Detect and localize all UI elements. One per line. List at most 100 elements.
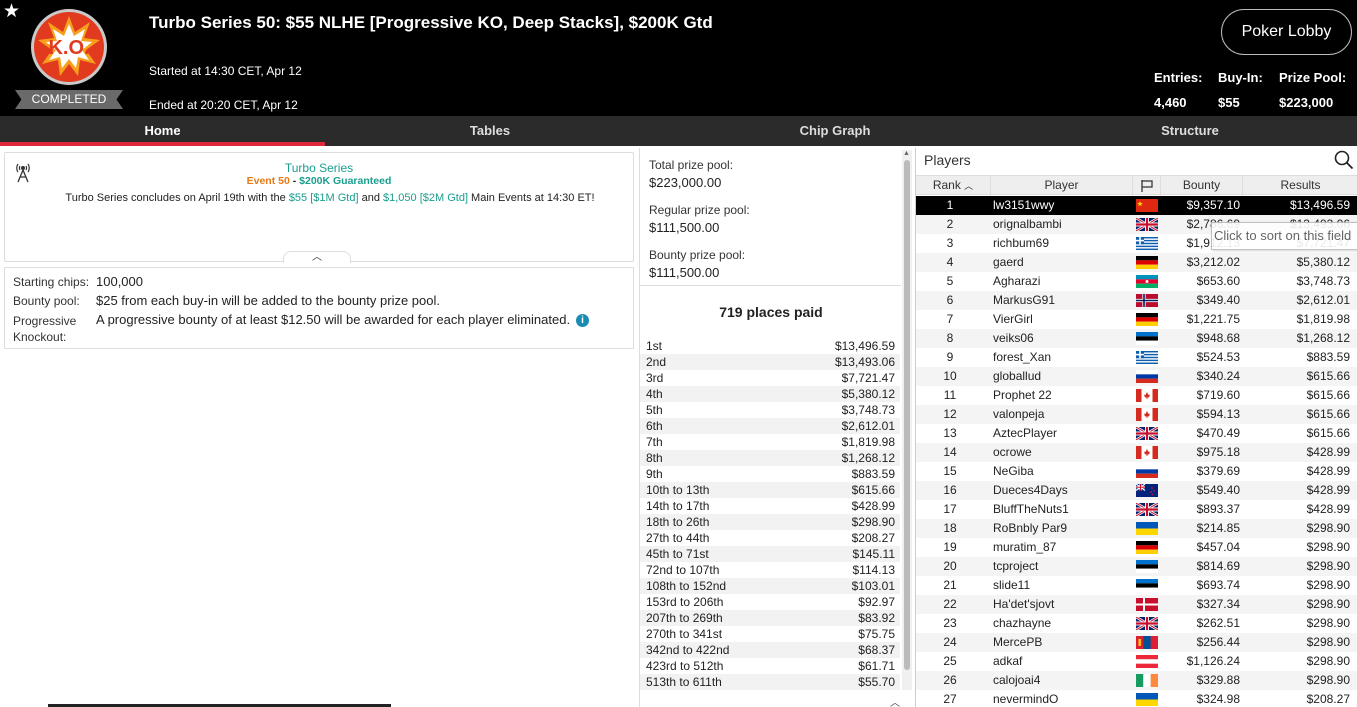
player-row[interactable]: 14 ocrowe $975.18 $428.99 (916, 443, 1357, 462)
favorite-star-icon[interactable]: ★ (3, 2, 20, 21)
country-flag-icon (1136, 579, 1158, 592)
chevron-up-icon[interactable]: ︿ (890, 694, 900, 707)
flag-column-header[interactable] (1133, 176, 1161, 196)
player-rank: 22 (943, 597, 957, 611)
player-rank: 20 (943, 559, 957, 573)
tab-chip-graph[interactable]: Chip Graph (655, 116, 1015, 146)
player-row[interactable]: 21 slide11 $693.74 $298.90 (916, 576, 1357, 595)
player-bounty: $893.37 (1196, 502, 1240, 516)
player-row[interactable]: 22 Ha'det'sjovt $327.34 $298.90 (916, 595, 1357, 614)
player-row[interactable]: 17 BluffTheNuts1 $893.37 $428.99 (916, 500, 1357, 519)
player-row[interactable]: 25 adkaf $1,126.24 $298.90 (916, 652, 1357, 671)
payout-amount: $1,819.98 (841, 435, 895, 449)
desc-part-2: and (358, 192, 383, 204)
player-row[interactable]: 13 AztecPlayer $470.49 $615.66 (916, 424, 1357, 443)
player-name: adkaf (993, 654, 1023, 668)
player-row[interactable]: 20 tcproject $814.69 $298.90 (916, 557, 1357, 576)
player-rank: 10 (943, 369, 957, 383)
player-rank: 6 (946, 293, 954, 307)
country-flag-icon (1136, 370, 1158, 383)
player-row[interactable]: 4 gaerd $3,212.02 $5,380.12 (916, 253, 1357, 272)
player-name: RoBnbly Par9 (993, 521, 1068, 535)
payout-row: 6th $2,612.01 (640, 418, 900, 434)
payout-row: 10th to 13th $615.66 (640, 482, 900, 498)
player-rank: 26 (943, 673, 957, 687)
player-result: $1,819.98 (1296, 312, 1350, 326)
payout-scrollbar[interactable]: ▲ (902, 150, 912, 690)
poker-lobby-button[interactable]: Poker Lobby (1221, 9, 1352, 55)
players-table-body: 1 lw3151wwy $9,357.10 $13,496.59 2 orignalbam… (916, 196, 1357, 707)
player-row[interactable]: 5 Agharazi $653.60 $3,748.73 (916, 272, 1357, 291)
scrollbar-thumb[interactable] (904, 160, 910, 670)
player-row[interactable]: 16 Dueces4Days $549.40 $428.99 (916, 481, 1357, 500)
collapse-info-button[interactable]: ︿ (283, 251, 351, 263)
results-column-header[interactable]: Results (1243, 176, 1357, 196)
entries-value: 4,460 (1154, 95, 1187, 110)
payout-place: 4th (646, 387, 663, 401)
player-row[interactable]: 19 muratim_87 $457.04 $298.90 (916, 538, 1357, 557)
player-row[interactable]: 15 NeGiba $379.69 $428.99 (916, 462, 1357, 481)
player-row[interactable]: 11 Prophet 22 $719.60 $615.66 (916, 386, 1357, 405)
search-icon[interactable] (1334, 150, 1354, 170)
payout-amount: $13,496.59 (834, 339, 895, 353)
payout-row: 207th to 269th $83.92 (640, 610, 900, 626)
tab-structure[interactable]: Structure (1015, 116, 1357, 146)
player-row[interactable]: 23 chazhayne $262.51 $298.90 (916, 614, 1357, 633)
player-result: $615.66 (1306, 369, 1350, 383)
player-result: $2,612.01 (1296, 293, 1350, 307)
payout-amount: $1,268.12 (841, 451, 895, 465)
player-rank: 9 (946, 350, 954, 364)
player-row[interactable]: 10 globallud $340.24 $615.66 (916, 367, 1357, 386)
player-rank: 13 (943, 426, 957, 440)
player-name: tcproject (993, 559, 1039, 573)
player-row[interactable]: 18 RoBnbly Par9 $214.85 $298.90 (916, 519, 1357, 538)
country-flag-icon (1136, 332, 1158, 345)
payout-row: 342nd to 422nd $68.37 (640, 642, 900, 658)
player-result: $3,748.73 (1296, 274, 1350, 288)
player-bounty: $327.34 (1196, 597, 1240, 611)
main-event-link-2[interactable]: $1,050 [$2M Gtd] (383, 192, 468, 204)
total-prize-pool-label: Total prize pool: (649, 158, 734, 172)
player-row[interactable]: 1 lw3151wwy $9,357.10 $13,496.59 (916, 196, 1357, 215)
tab-tables[interactable]: Tables (325, 116, 655, 146)
player-result: $298.90 (1306, 635, 1350, 649)
player-rank: 3 (946, 236, 954, 250)
payout-place: 1st (646, 339, 663, 353)
bounty-column-header[interactable]: Bounty (1161, 176, 1243, 196)
player-row[interactable]: 7 VierGirl $1,221.75 $1,819.98 (916, 310, 1357, 329)
payout-row: 9th $883.59 (640, 466, 900, 482)
country-flag-icon (1136, 256, 1158, 269)
player-bounty: $457.04 (1196, 540, 1240, 554)
player-rank: 17 (943, 502, 957, 516)
main-event-link-1[interactable]: $55 [$1M Gtd] (289, 192, 359, 204)
player-column-header[interactable]: Player (991, 176, 1133, 196)
player-row[interactable]: 6 MarkusG91 $349.40 $2,612.01 (916, 291, 1357, 310)
player-rank: 18 (943, 521, 957, 535)
player-rank: 14 (943, 445, 957, 459)
player-bounty: $1,221.75 (1186, 312, 1240, 326)
players-table-header: Rank ︿ Player Bounty Results (916, 175, 1357, 196)
status-badge: COMPLETED (15, 90, 123, 109)
player-row[interactable]: 9 forest_Xan $524.53 $883.59 (916, 348, 1357, 367)
player-row[interactable]: 26 calojoai4 $329.88 $298.90 (916, 671, 1357, 690)
payout-row: 153rd to 206th $92.97 (640, 594, 900, 610)
payout-amount: $13,493.06 (834, 355, 895, 369)
tournament-info-panel: Turbo Series Event 50 - $200K Guaranteed… (4, 152, 634, 262)
regular-prize-pool-label: Regular prize pool: (649, 203, 750, 217)
payout-place: 270th to 341st (646, 627, 723, 641)
payout-amount: $615.66 (851, 483, 895, 497)
info-icon[interactable]: i (576, 314, 590, 327)
scroll-up-icon[interactable]: ▲ (903, 150, 910, 157)
player-bounty: $549.40 (1196, 483, 1240, 497)
player-row[interactable]: 12 valonpeja $594.13 $615.66 (916, 405, 1357, 424)
player-row[interactable]: 27 nevermindO $324.98 $208.27 (916, 690, 1357, 707)
country-flag-icon (1136, 446, 1158, 459)
player-row[interactable]: 8 veiks06 $948.68 $1,268.12 (916, 329, 1357, 348)
ko-logo-icon: K.O. (31, 9, 107, 85)
country-flag-icon (1136, 693, 1158, 706)
rank-column-header[interactable]: Rank ︿ (916, 176, 991, 196)
payout-amount: $3,748.73 (841, 403, 895, 417)
regular-prize-pool-value: $111,500.00 (649, 220, 720, 235)
bounty-prize-pool-label: Bounty prize pool: (649, 248, 746, 262)
player-row[interactable]: 24 MercePB $256.44 $298.90 (916, 633, 1357, 652)
